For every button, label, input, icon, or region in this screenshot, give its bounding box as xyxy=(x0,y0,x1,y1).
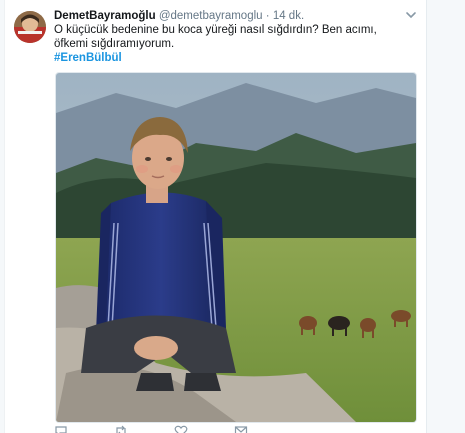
avatar[interactable] xyxy=(14,11,46,43)
reply-icon[interactable] xyxy=(54,425,68,433)
tweet-card[interactable]: DemetBayramoğlu @demetbayramoglu · 14 dk… xyxy=(4,0,427,433)
tweet-text: O küçücük bedenine bu koca yüreği nasıl … xyxy=(54,24,377,50)
message-icon[interactable] xyxy=(234,425,248,433)
timestamp[interactable]: 14 dk. xyxy=(273,10,304,22)
tweet-header: DemetBayramoğlu @demetbayramoglu · 14 dk… xyxy=(54,9,398,23)
display-name[interactable]: DemetBayramoğlu xyxy=(54,10,156,22)
tweet-photo[interactable] xyxy=(55,72,417,423)
separator-dot: · xyxy=(265,10,270,22)
photo-boy-in-meadow xyxy=(56,73,416,422)
retweet-icon[interactable] xyxy=(114,425,128,433)
user-handle[interactable]: @demetbayramoglu xyxy=(159,10,263,22)
tweet-actions xyxy=(54,425,384,433)
hashtag-link[interactable]: #ErenBülbül xyxy=(54,51,122,65)
chevron-down-icon[interactable] xyxy=(405,10,417,20)
avatar-image xyxy=(14,11,46,43)
heart-icon[interactable] xyxy=(174,425,188,433)
